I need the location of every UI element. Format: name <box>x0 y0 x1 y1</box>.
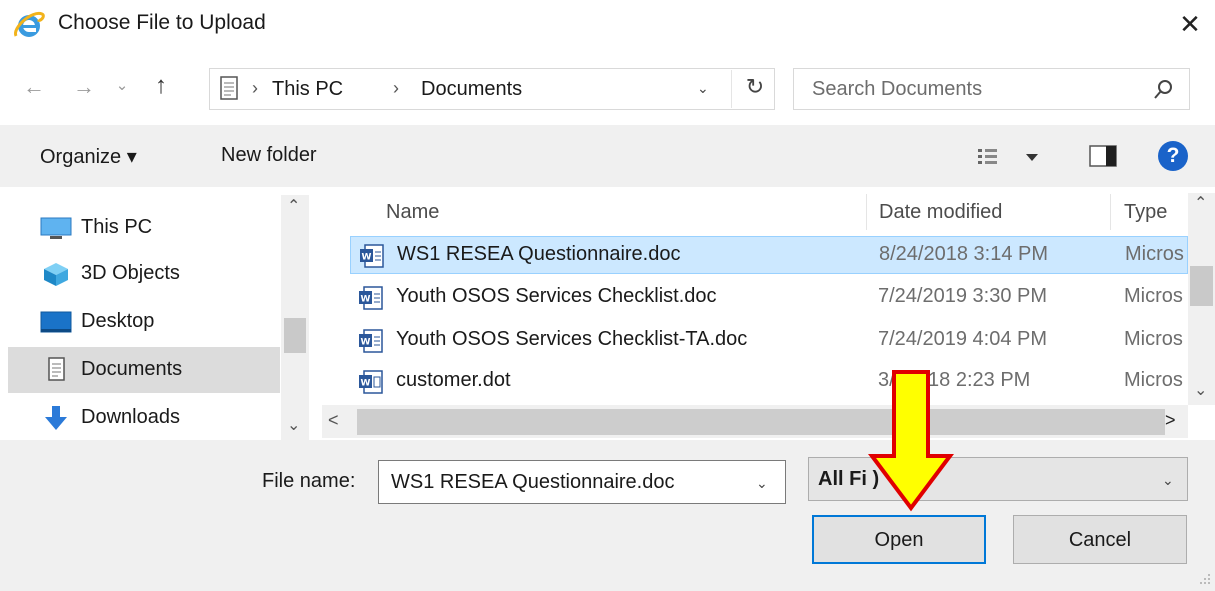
window-title: Choose File to Upload <box>58 11 266 34</box>
sidebar-item-label: 3D Objects <box>81 262 180 284</box>
column-divider[interactable] <box>1110 194 1111 230</box>
file-name: WS1 RESEA Questionnaire.doc <box>397 243 681 265</box>
column-header-name[interactable]: Name <box>386 201 439 224</box>
navigation-pane: This PC 3D Objects Desktop Documents Dow… <box>0 187 310 440</box>
scroll-down-icon[interactable]: ⌄ <box>287 415 300 435</box>
column-header-date[interactable]: Date modified <box>879 201 1002 224</box>
sidebar-item-label: This PC <box>81 216 153 238</box>
file-name-value: WS1 RESEA Questionnaire.doc <box>391 471 675 493</box>
sidebar-item-label: Desktop <box>81 310 155 332</box>
up-button[interactable]: ↑ <box>145 72 177 100</box>
documents-icon <box>220 76 238 100</box>
documents-icon <box>48 357 65 381</box>
file-date: 7/24/2019 3:30 PM <box>878 285 1048 307</box>
sidebar-item-3d-objects[interactable]: 3D Objects <box>8 251 280 297</box>
cube-icon <box>44 263 68 286</box>
scroll-right-icon[interactable]: > <box>1165 410 1176 431</box>
svg-text:W: W <box>362 253 372 263</box>
file-row[interactable]: W Youth OSOS Services Checklist.doc 7/24… <box>350 279 1188 317</box>
scroll-down-icon[interactable]: ⌄ <box>1194 380 1207 400</box>
file-name: Youth OSOS Services Checklist.doc <box>396 285 717 307</box>
chevron-down-icon[interactable]: ⌄ <box>1162 472 1174 489</box>
forward-button[interactable]: → <box>68 74 100 100</box>
refresh-button[interactable]: ↻ <box>740 74 770 100</box>
file-row[interactable]: W WS1 RESEA Questionnaire.doc 8/24/2018 … <box>350 236 1188 274</box>
open-button-label: Open <box>874 529 924 551</box>
vertical-scrollbar-thumb[interactable] <box>1190 266 1213 306</box>
recent-locations-button[interactable]: ⌄ <box>112 76 132 94</box>
new-folder-button[interactable]: New folder <box>221 144 317 167</box>
file-row[interactable]: W customer.dot 3/ /2018 2:23 PM Micros <box>350 363 1188 401</box>
view-options-icon[interactable] <box>976 144 1046 170</box>
close-button[interactable]: ✕ <box>1172 6 1208 42</box>
file-row[interactable]: W Youth OSOS Services Checklist-TA.doc 7… <box>350 322 1188 360</box>
scroll-up-icon[interactable]: ⌃ <box>287 196 300 216</box>
svg-text:W: W <box>361 338 371 348</box>
file-date: 8/24/2018 3:14 PM <box>879 243 1049 265</box>
search-placeholder: Search Documents <box>812 78 983 100</box>
column-divider[interactable] <box>866 194 867 230</box>
file-name: customer.dot <box>396 369 511 391</box>
navigation-scrollbar-thumb[interactable] <box>284 318 306 353</box>
download-icon <box>45 406 67 430</box>
computer-icon <box>40 217 72 239</box>
back-button[interactable]: ← <box>18 74 50 100</box>
sidebar-item-this-pc[interactable]: This PC <box>8 205 280 251</box>
breadcrumb-separator: › <box>393 78 399 98</box>
file-type: Micros <box>1124 285 1183 307</box>
sidebar-item-label: Downloads <box>81 406 180 428</box>
breadcrumb-documents[interactable]: Documents <box>421 78 522 101</box>
horizontal-scrollbar-thumb[interactable] <box>357 409 1165 435</box>
column-header-type[interactable]: Type <box>1124 201 1167 224</box>
word-template-icon: W <box>359 370 383 394</box>
chevron-down-icon[interactable]: ⌄ <box>756 475 768 492</box>
sidebar-item-downloads[interactable]: Downloads <box>8 395 280 440</box>
sidebar-item-desktop[interactable]: Desktop <box>8 299 280 345</box>
divider <box>731 70 732 108</box>
desktop-icon <box>40 311 72 333</box>
sidebar-item-documents[interactable]: Documents <box>8 347 280 393</box>
breadcrumb-this-pc[interactable]: This PC <box>272 78 343 101</box>
word-document-icon: W <box>360 244 384 268</box>
word-document-icon: W <box>359 329 383 353</box>
annotation-arrow-icon <box>868 370 954 512</box>
sidebar-item-label: Documents <box>81 358 183 380</box>
file-name: Youth OSOS Services Checklist-TA.doc <box>396 328 748 350</box>
file-name-label: File name: <box>262 470 356 492</box>
resize-grip-icon[interactable] <box>1196 572 1212 588</box>
scroll-up-icon[interactable]: ⌃ <box>1194 193 1207 213</box>
cancel-button-label: Cancel <box>1068 529 1132 551</box>
file-type: Micros <box>1125 243 1184 265</box>
file-date: 7/24/2019 4:04 PM <box>878 328 1048 350</box>
breadcrumb-separator: › <box>252 78 258 98</box>
organize-button[interactable]: Organize ▾ <box>40 144 137 169</box>
address-dropdown-button[interactable]: ⌄ <box>697 80 709 97</box>
file-type: Micros <box>1124 369 1183 391</box>
help-icon[interactable]: ? <box>1158 141 1188 171</box>
svg-text:W: W <box>361 379 371 389</box>
file-type: Micros <box>1124 328 1183 350</box>
word-document-icon: W <box>359 286 383 310</box>
internet-explorer-icon <box>14 11 45 37</box>
svg-text:W: W <box>361 295 371 305</box>
preview-pane-icon[interactable] <box>1089 145 1117 167</box>
search-icon[interactable] <box>1151 78 1175 102</box>
scroll-left-icon[interactable]: < <box>328 410 339 431</box>
